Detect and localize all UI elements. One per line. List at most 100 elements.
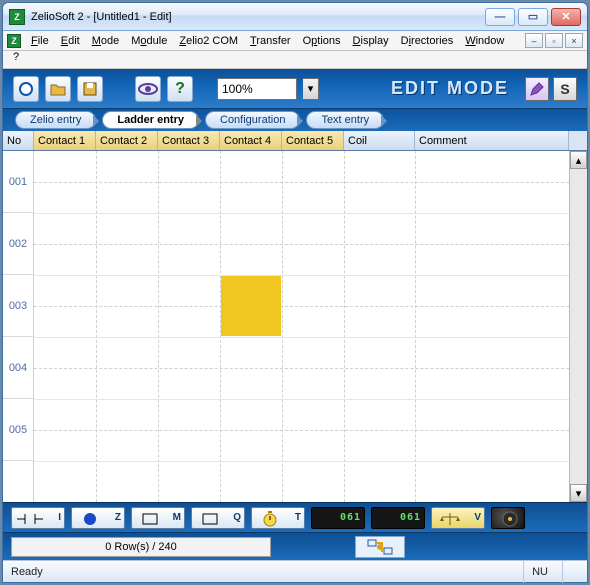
menu-options[interactable]: Options (297, 33, 347, 49)
circle-icon (76, 510, 104, 528)
col-coil[interactable]: Coil (344, 131, 415, 150)
tool-label: Q (233, 512, 241, 523)
eye-icon (138, 83, 158, 95)
menu-edit[interactable]: Edit (55, 33, 86, 49)
edit-mode-label: EDIT MODE (391, 78, 509, 99)
col-contact-2[interactable]: Contact 2 (96, 131, 158, 150)
tool-counter-1[interactable]: 061 (311, 507, 365, 529)
menubar: Z File Edit Mode Module Zelio2 COM Trans… (3, 31, 587, 51)
minimize-button[interactable]: — (485, 8, 515, 26)
grid-cells-area[interactable] (34, 151, 569, 502)
grid-header: No Contact 1 Contact 2 Contact 3 Contact… (3, 131, 587, 151)
menu-zelio2com[interactable]: Zelio2 COM (173, 33, 244, 49)
menu-transfer[interactable]: Transfer (244, 33, 297, 49)
contact-icon (16, 510, 44, 528)
stopwatch-icon (256, 510, 284, 528)
dial-icon (496, 510, 524, 528)
scale-icon (436, 510, 464, 528)
tool-timer-t[interactable]: T (251, 507, 305, 529)
open-folder-icon (50, 82, 66, 96)
element-toolbox: I Z M Q T 061 061 V (3, 502, 587, 532)
chevron-down-icon: ▾ (308, 82, 314, 95)
row-label: 004 (3, 337, 33, 399)
status-ready: Ready (11, 566, 43, 578)
mdi-minimize-button[interactable]: – (525, 33, 543, 48)
zoom-value: 100% (222, 82, 253, 96)
preview-button[interactable] (135, 76, 161, 102)
mode-s-label: S (560, 81, 569, 97)
tool-label: I (58, 512, 61, 523)
window-title: ZelioSoft 2 - [Untitled1 - Edit] (31, 11, 172, 23)
app-icon: Z (9, 9, 25, 25)
maximize-button[interactable]: ▭ (518, 8, 548, 26)
tool-counter-fast[interactable]: 061 (371, 507, 425, 529)
row-count-display: 0 Row(s) / 240 (11, 537, 271, 557)
program-structure-button[interactable] (355, 536, 405, 558)
mdi-close-button[interactable]: × (565, 33, 583, 48)
menu-mode[interactable]: Mode (86, 33, 126, 49)
tool-label: V (474, 512, 481, 523)
mode-button-s[interactable]: S (553, 77, 577, 101)
menu-file[interactable]: File (25, 33, 55, 49)
zoom-dropdown-button[interactable]: ▾ (303, 78, 319, 100)
open-file-button[interactable] (45, 76, 71, 102)
col-comment[interactable]: Comment (415, 131, 569, 150)
main-toolbar: ? 100% ▾ EDIT MODE S (3, 69, 587, 109)
col-no[interactable]: No (3, 131, 34, 150)
ladder-grid[interactable]: 001 002 003 004 005 (3, 151, 587, 502)
vertical-scrollbar[interactable]: ▴ ▾ (569, 151, 587, 502)
menubar-app-icon: Z (7, 34, 21, 48)
col-contact-4[interactable]: Contact 4 (220, 131, 282, 150)
tab-label: Zelio entry (30, 114, 81, 126)
tool-coil-q[interactable]: Q (191, 507, 245, 529)
col-contact-3[interactable]: Contact 3 (158, 131, 220, 150)
tool-label: M (173, 512, 181, 523)
scroll-down-button[interactable]: ▾ (570, 484, 587, 502)
tab-configuration[interactable]: Configuration (205, 111, 300, 129)
tool-label: T (295, 512, 301, 523)
counter-display: 061 (340, 512, 361, 523)
resize-grip[interactable] (562, 561, 579, 583)
status-row: 0 Row(s) / 240 (3, 532, 587, 560)
menu-module[interactable]: Module (125, 33, 173, 49)
new-file-button[interactable] (13, 76, 39, 102)
mdi-restore-button[interactable]: ▫ (545, 33, 563, 48)
new-file-icon (17, 80, 35, 98)
row-number-gutter: 001 002 003 004 005 (3, 151, 34, 502)
zoom-input[interactable]: 100% (217, 78, 297, 100)
tab-label: Ladder entry (117, 114, 184, 126)
tab-ladder-entry[interactable]: Ladder entry (102, 111, 199, 129)
col-contact-1[interactable]: Contact 1 (34, 131, 96, 150)
tab-text-entry[interactable]: Text entry (306, 111, 384, 129)
titlebar: Z ZelioSoft 2 - [Untitled1 - Edit] — ▭ ✕ (3, 3, 587, 31)
close-button[interactable]: ✕ (551, 8, 581, 26)
menu-window[interactable]: Window (459, 33, 510, 49)
tool-more[interactable] (491, 507, 525, 529)
tool-contact-i[interactable]: I (11, 507, 65, 529)
menu-directories[interactable]: Directories (395, 33, 460, 49)
help-button[interactable]: ? (167, 76, 193, 102)
status-bar: Ready NU (3, 560, 587, 582)
tab-zelio-entry[interactable]: Zelio entry (15, 111, 96, 129)
question-icon: ? (175, 80, 185, 98)
save-file-button[interactable] (77, 76, 103, 102)
menu-display[interactable]: Display (347, 33, 395, 49)
tool-label: Z (115, 512, 121, 523)
tool-coil-m[interactable]: M (131, 507, 185, 529)
tab-label: Text entry (321, 114, 369, 126)
col-contact-5[interactable]: Contact 5 (282, 131, 344, 150)
entry-tabs: Zelio entry Ladder entry Configuration T… (3, 109, 587, 131)
tool-compare-v[interactable]: V (431, 507, 485, 529)
row-label: 005 (3, 399, 33, 461)
coil-icon (196, 510, 224, 528)
row-count-text: 0 Row(s) / 240 (105, 541, 177, 553)
coil-icon (136, 510, 164, 528)
cell-highlight[interactable] (221, 276, 281, 336)
counter-display: 061 (400, 512, 421, 523)
menu-help[interactable]: ? (3, 51, 587, 69)
scroll-up-button[interactable]: ▴ (570, 151, 587, 169)
tab-label: Configuration (220, 114, 285, 126)
tool-z[interactable]: Z (71, 507, 125, 529)
structure-icon (366, 538, 394, 556)
mode-button-1[interactable] (525, 77, 549, 101)
